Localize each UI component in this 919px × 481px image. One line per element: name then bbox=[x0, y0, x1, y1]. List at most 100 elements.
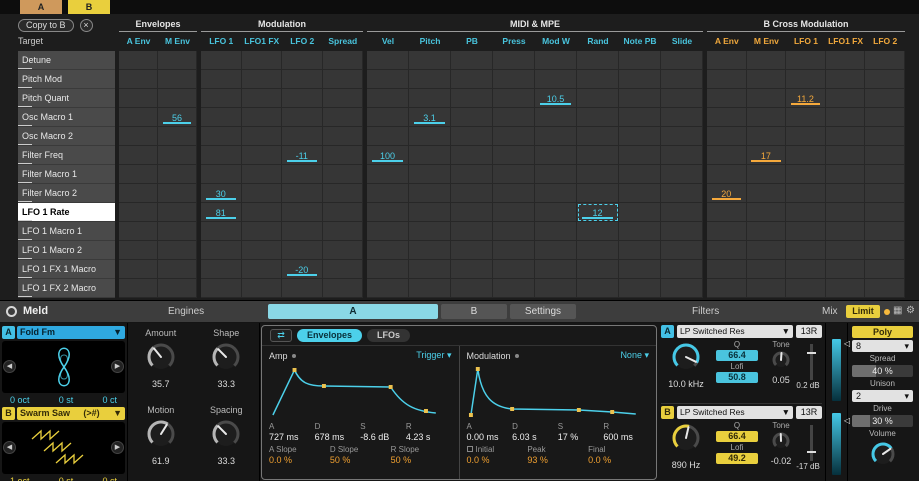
matrix-cell[interactable] bbox=[707, 89, 747, 108]
matrix-cell[interactable] bbox=[865, 51, 905, 70]
matrix-cell[interactable] bbox=[865, 127, 905, 146]
matrix-cell[interactable] bbox=[661, 89, 703, 108]
spacing-knob[interactable] bbox=[209, 417, 243, 451]
matrix-cell[interactable] bbox=[826, 146, 866, 165]
filter-a-gain-slider[interactable] bbox=[810, 344, 813, 380]
volume-knob[interactable] bbox=[869, 440, 897, 468]
filter-a-freq-knob[interactable] bbox=[669, 340, 703, 374]
matrix-cell[interactable] bbox=[747, 165, 787, 184]
matrix-cell[interactable] bbox=[493, 203, 535, 222]
matrix-cell[interactable] bbox=[619, 241, 661, 260]
matrix-cell[interactable] bbox=[242, 146, 283, 165]
matrix-cell[interactable] bbox=[242, 108, 283, 127]
matrix-cell[interactable] bbox=[661, 127, 703, 146]
initial-toggle-checkbox[interactable] bbox=[467, 446, 473, 452]
filter-a-q-value[interactable]: 66.4 bbox=[716, 350, 758, 361]
matrix-cell[interactable] bbox=[826, 241, 866, 260]
matrix-cell[interactable] bbox=[619, 279, 661, 298]
mod-envelope-graph[interactable] bbox=[467, 363, 650, 419]
matrix-cell[interactable] bbox=[747, 108, 787, 127]
matrix-cell[interactable] bbox=[786, 108, 826, 127]
matrix-cell[interactable] bbox=[119, 222, 158, 241]
matrix-cell[interactable] bbox=[707, 146, 747, 165]
matrix-cell[interactable] bbox=[661, 279, 703, 298]
matrix-cell[interactable] bbox=[367, 241, 409, 260]
matrix-cell[interactable] bbox=[451, 89, 493, 108]
matrix-cell[interactable] bbox=[747, 184, 787, 203]
matrix-cell[interactable] bbox=[451, 165, 493, 184]
matrix-cell[interactable] bbox=[661, 260, 703, 279]
slider-handle-icon[interactable]: ◁ bbox=[844, 417, 850, 425]
matrix-row-label[interactable]: LFO 1 Rate bbox=[18, 203, 115, 222]
matrix-cell[interactable] bbox=[451, 260, 493, 279]
matrix-cell[interactable] bbox=[158, 146, 197, 165]
matrix-cell[interactable] bbox=[786, 51, 826, 70]
matrix-cell[interactable] bbox=[535, 241, 577, 260]
matrix-cell[interactable] bbox=[158, 222, 197, 241]
matrix-cell[interactable] bbox=[707, 70, 747, 89]
amp-sustain-value[interactable]: -8.6 dB bbox=[360, 432, 406, 442]
osc-b-octave[interactable]: 1 oct bbox=[10, 475, 30, 481]
matrix-cell[interactable] bbox=[661, 51, 703, 70]
osc-a-cents[interactable]: 0 ct bbox=[102, 394, 117, 407]
filter-b-gain-value[interactable]: -17 dB bbox=[793, 462, 823, 471]
matrix-cell[interactable] bbox=[619, 70, 661, 89]
matrix-cell[interactable] bbox=[451, 127, 493, 146]
matrix-cell[interactable] bbox=[619, 165, 661, 184]
matrix-cell[interactable] bbox=[451, 70, 493, 89]
amp-decay-value[interactable]: 678 ms bbox=[315, 432, 361, 442]
matrix-cell[interactable] bbox=[826, 70, 866, 89]
matrix-cell[interactable] bbox=[786, 184, 826, 203]
matrix-cell[interactable] bbox=[158, 127, 197, 146]
matrix-cell[interactable] bbox=[865, 203, 905, 222]
matrix-cell[interactable] bbox=[707, 203, 747, 222]
matrix-cell[interactable] bbox=[865, 89, 905, 108]
matrix-cell[interactable] bbox=[282, 70, 323, 89]
matrix-cell[interactable] bbox=[242, 127, 283, 146]
matrix-cell[interactable] bbox=[535, 165, 577, 184]
matrix-cell[interactable] bbox=[577, 146, 619, 165]
matrix-cell[interactable] bbox=[119, 127, 158, 146]
matrix-cell-value[interactable]: 3.1 bbox=[409, 108, 451, 127]
matrix-cell[interactable] bbox=[409, 279, 451, 298]
matrix-cell[interactable] bbox=[158, 89, 197, 108]
filter-a-mix-slider[interactable]: ◁ bbox=[832, 339, 841, 401]
matrix-cell[interactable] bbox=[535, 222, 577, 241]
matrix-cell[interactable] bbox=[535, 279, 577, 298]
matrix-cell[interactable] bbox=[619, 184, 661, 203]
matrix-cell[interactable] bbox=[577, 108, 619, 127]
matrix-cell[interactable] bbox=[242, 89, 283, 108]
matrix-cell[interactable] bbox=[367, 222, 409, 241]
matrix-cell[interactable] bbox=[493, 279, 535, 298]
matrix-cell[interactable] bbox=[786, 279, 826, 298]
matrix-cell[interactable] bbox=[242, 222, 283, 241]
matrix-row-label[interactable]: Detune bbox=[18, 51, 115, 70]
matrix-cell[interactable] bbox=[323, 184, 364, 203]
matrix-cell[interactable] bbox=[493, 51, 535, 70]
final-value[interactable]: 0.0 % bbox=[588, 455, 649, 465]
matrix-cell[interactable] bbox=[119, 203, 158, 222]
matrix-cell[interactable] bbox=[865, 165, 905, 184]
matrix-cell[interactable] bbox=[201, 260, 242, 279]
matrix-cell-value[interactable]: 12 bbox=[577, 203, 619, 222]
matrix-cell[interactable] bbox=[786, 241, 826, 260]
matrix-cell[interactable] bbox=[242, 279, 283, 298]
matrix-cell[interactable] bbox=[323, 51, 364, 70]
matrix-cell[interactable] bbox=[367, 279, 409, 298]
filter-b-lofi-value[interactable]: 49.2 bbox=[716, 453, 758, 464]
motion-value[interactable]: 61.9 bbox=[128, 456, 194, 466]
matrix-cell[interactable] bbox=[493, 127, 535, 146]
filter-b-circuit-select[interactable]: 13R bbox=[796, 406, 822, 419]
matrix-cell[interactable] bbox=[201, 222, 242, 241]
matrix-cell[interactable] bbox=[409, 165, 451, 184]
matrix-row-label[interactable]: Pitch Quant bbox=[18, 89, 115, 108]
matrix-cell[interactable] bbox=[367, 165, 409, 184]
matrix-cell[interactable] bbox=[826, 89, 866, 108]
osc-a-waveform-display[interactable]: ◀ ▶ bbox=[2, 341, 125, 393]
keyboard-icon[interactable]: ▦ bbox=[893, 305, 902, 316]
osc-a-engine-select[interactable]: Fold Fm ▼ bbox=[17, 326, 125, 339]
initial-value[interactable]: 0.0 % bbox=[467, 455, 528, 465]
tab-envelopes[interactable]: Envelopes bbox=[297, 329, 362, 342]
filter-a-gain-value[interactable]: 0.2 dB bbox=[793, 381, 823, 390]
matrix-cell[interactable] bbox=[786, 203, 826, 222]
